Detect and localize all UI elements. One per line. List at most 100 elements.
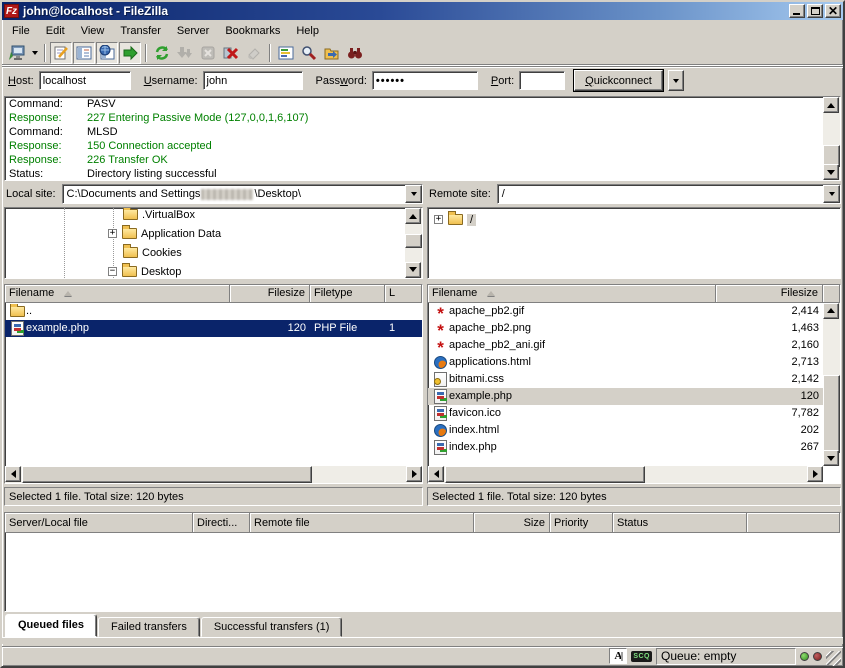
tab-successful-transfers[interactable]: Successful transfers (1)	[201, 617, 343, 637]
host-input[interactable]: localhost	[39, 71, 131, 90]
file-row[interactable]: apache_pb2_ani.gif 2,160	[428, 337, 823, 354]
column-header-filesize[interactable]: Filesize	[716, 285, 823, 303]
scroll-down-button[interactable]	[405, 262, 421, 278]
menu-file[interactable]: File	[4, 23, 38, 39]
column-header-status[interactable]: Status	[613, 513, 747, 533]
refresh-button[interactable]	[151, 42, 173, 64]
queue-body[interactable]	[5, 533, 840, 611]
remote-list-body[interactable]: apache_pb2.gif 2,414 apache_pb2.png 1,46…	[428, 303, 823, 467]
process-queue-button[interactable]	[174, 42, 196, 64]
file-row[interactable]: index.php 267	[428, 439, 823, 456]
maximize-button[interactable]	[807, 4, 823, 18]
menu-view[interactable]: View	[73, 23, 113, 39]
minimize-button[interactable]	[789, 4, 805, 18]
column-header-priority[interactable]: Priority	[550, 513, 613, 533]
scroll-up-button[interactable]	[405, 208, 421, 224]
close-button[interactable]: ✕	[825, 4, 841, 18]
toolbar-separator	[44, 44, 46, 62]
collapse-minus-icon[interactable]: −	[108, 267, 117, 276]
tree-item[interactable]: − Desktop	[108, 262, 181, 279]
column-header-direction[interactable]: Directi...	[193, 513, 250, 533]
column-header-filetype[interactable]: Filetype	[310, 285, 385, 303]
remote-site-combo[interactable]: /	[497, 184, 841, 204]
column-header-size[interactable]: Size	[474, 513, 550, 533]
folder-icon	[123, 247, 138, 258]
column-header-filename[interactable]: Filename	[5, 285, 230, 303]
remote-horizontal-scrollbar[interactable]	[428, 466, 823, 483]
menu-bookmarks[interactable]: Bookmarks	[217, 23, 288, 39]
scroll-down-button[interactable]	[823, 450, 839, 466]
scrollbar-thumb[interactable]	[22, 466, 312, 483]
toggle-transfer-queue-button[interactable]	[119, 42, 141, 64]
scroll-left-button[interactable]	[5, 466, 21, 482]
remote-file-list: Filename Filesize apache_pb2.gif 2,414 a…	[427, 284, 841, 485]
file-row[interactable]: favicon.ico 7,782	[428, 405, 823, 422]
remote-site-dropdown[interactable]	[823, 185, 840, 203]
quickconnect-button[interactable]: Quickconnect	[574, 70, 663, 91]
scrollbar-thumb[interactable]	[823, 375, 840, 453]
remote-vertical-scrollbar[interactable]	[823, 303, 840, 467]
log-vertical-scrollbar[interactable]	[823, 97, 840, 180]
toggle-local-tree-button[interactable]	[73, 42, 95, 64]
scroll-up-button[interactable]	[823, 97, 839, 113]
file-search-button[interactable]	[298, 42, 320, 64]
file-row-updir[interactable]: ..	[5, 303, 422, 320]
site-manager-dropdown[interactable]	[29, 42, 40, 64]
column-header-filesize[interactable]: Filesize	[230, 285, 310, 303]
scroll-left-button[interactable]	[428, 466, 444, 482]
column-header-last-modified[interactable]: L	[385, 285, 422, 303]
tree-item[interactable]: Cookies	[118, 243, 182, 262]
menu-transfer[interactable]: Transfer	[112, 23, 169, 39]
expand-plus-icon[interactable]: +	[434, 215, 443, 224]
menu-server[interactable]: Server	[169, 23, 217, 39]
local-site-dropdown[interactable]	[405, 185, 422, 203]
local-directory-tree[interactable]: .VirtualBox + Application Data Cookies −…	[4, 207, 423, 279]
clear-queue-button[interactable]	[243, 42, 265, 64]
username-input[interactable]: john	[203, 71, 303, 90]
local-tree-vertical-scrollbar[interactable]	[405, 208, 422, 278]
quickconnect-dropdown[interactable]	[668, 70, 684, 91]
file-row[interactable]: index.html 202	[428, 422, 823, 439]
file-row-selected[interactable]: example.php 120 PHP File 1	[5, 320, 422, 337]
tree-item[interactable]: + Application Data	[108, 224, 221, 243]
message-log[interactable]: Command:PASV Response:227 Entering Passi…	[4, 96, 841, 181]
file-row[interactable]: apache_pb2.png 1,463	[428, 320, 823, 337]
compare-directories-button[interactable]	[321, 42, 343, 64]
column-header-filename[interactable]: Filename	[428, 285, 716, 303]
tab-failed-transfers[interactable]: Failed transfers	[98, 617, 200, 637]
title-bar[interactable]: Fz john@localhost - FileZilla ✕	[2, 2, 843, 20]
column-header-server-local-file[interactable]: Server/Local file	[5, 513, 193, 533]
scroll-right-button[interactable]	[807, 466, 823, 482]
scrollbar-thumb[interactable]	[445, 466, 645, 483]
port-input[interactable]	[519, 71, 565, 90]
menu-edit[interactable]: Edit	[38, 23, 73, 39]
file-row[interactable]: applications.html 2,713	[428, 354, 823, 371]
scroll-down-button[interactable]	[823, 164, 839, 180]
tree-item[interactable]: + /	[434, 210, 476, 229]
column-header-remote-file[interactable]: Remote file	[250, 513, 474, 533]
toggle-message-log-button[interactable]	[50, 42, 72, 64]
local-site-combo[interactable]: C:\Documents and Settings\Desktop\	[62, 184, 423, 204]
directory-listing-filters-button[interactable]	[275, 42, 297, 64]
menu-help[interactable]: Help	[288, 23, 327, 39]
scroll-right-button[interactable]	[406, 466, 422, 482]
file-row[interactable]: bitnami.css 2,142	[428, 371, 823, 388]
tree-item[interactable]: .VirtualBox	[118, 207, 195, 224]
cancel-operation-button[interactable]	[197, 42, 219, 64]
tab-queued-files[interactable]: Queued files	[5, 614, 97, 637]
file-row[interactable]: apache_pb2.gif 2,414	[428, 303, 823, 320]
scroll-up-button[interactable]	[823, 303, 839, 319]
password-input[interactable]: ••••••	[372, 71, 478, 90]
file-row-selected[interactable]: example.php 120	[428, 388, 823, 405]
remote-directory-tree[interactable]: + /	[427, 207, 841, 279]
local-list-body[interactable]: .. example.php 120 PHP File 1	[5, 303, 422, 467]
site-manager-button[interactable]	[6, 42, 28, 64]
synchronized-browsing-button[interactable]	[344, 42, 366, 64]
toggle-remote-tree-button[interactable]	[96, 42, 118, 64]
resize-grip[interactable]	[826, 651, 841, 666]
expand-plus-icon[interactable]: +	[108, 229, 117, 238]
local-horizontal-scrollbar[interactable]	[5, 466, 422, 483]
local-status-text: Selected 1 file. Total size: 120 bytes	[4, 487, 423, 506]
disconnect-button[interactable]	[220, 42, 242, 64]
scrollbar-thumb[interactable]	[405, 234, 422, 248]
